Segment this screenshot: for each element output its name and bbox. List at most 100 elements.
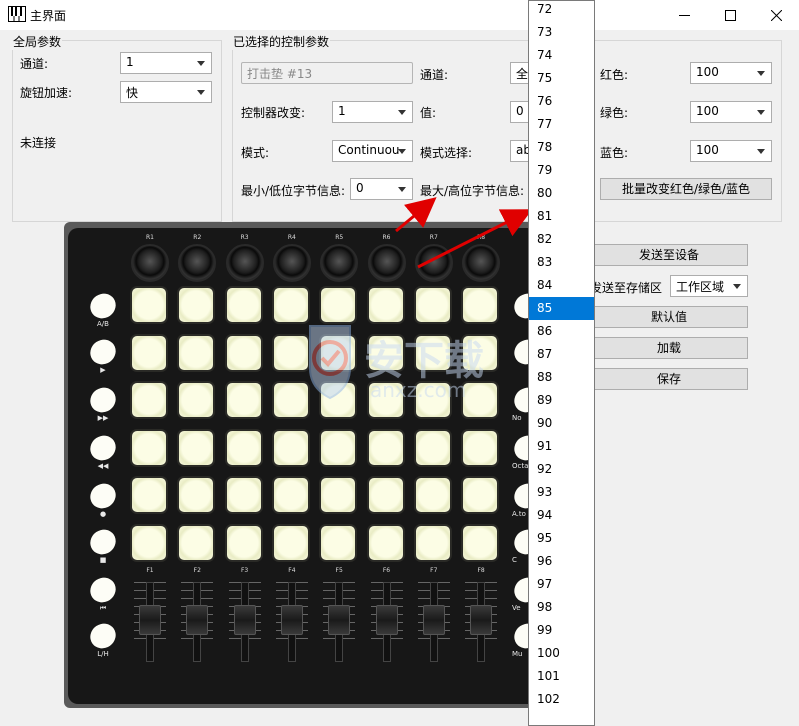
dropdown-item[interactable]: 95 — [529, 527, 594, 550]
fader-cap — [422, 605, 445, 635]
dropdown-item[interactable]: 82 — [529, 228, 594, 251]
controller-change-label: 控制器改变: — [241, 106, 306, 120]
pad-button — [319, 476, 358, 515]
fader-label: F1 — [146, 567, 154, 574]
dropdown-item[interactable]: 101 — [529, 665, 594, 688]
fader-cap — [186, 605, 209, 635]
send-to-device-button[interactable]: 发送至设备 — [590, 244, 748, 266]
dropdown-item[interactable]: 83 — [529, 251, 594, 274]
dropdown-item[interactable]: 88 — [529, 366, 594, 389]
pad-button — [366, 428, 405, 467]
dropdown-item[interactable]: 102 — [529, 688, 594, 711]
dropdown-item[interactable]: 99 — [529, 619, 594, 642]
watermark: 安下载 anxz.com — [290, 318, 510, 408]
pad-button — [366, 524, 405, 562]
pad-button — [271, 524, 310, 562]
controller-change-select[interactable]: 1 — [332, 101, 413, 123]
load-button[interactable]: 加载 — [590, 337, 748, 359]
pad-button — [461, 428, 500, 467]
mode-select-label: 模式选择: — [420, 146, 473, 160]
storage-select[interactable]: 工作区域 — [670, 275, 748, 297]
dropdown-item[interactable]: 72 — [529, 1, 594, 21]
selected-params-title: 已选择的控制参数 — [232, 33, 331, 50]
fader-cap — [328, 605, 351, 635]
pad-button — [461, 476, 500, 515]
global-channel-select[interactable]: 1 — [120, 52, 212, 74]
blue-select[interactable]: 100 — [690, 140, 772, 162]
dropdown-item[interactable]: 80 — [529, 182, 594, 205]
side-button-label: ◀◀ — [97, 462, 109, 470]
pad-button — [177, 381, 216, 420]
pad-button — [271, 428, 310, 467]
knob-label: R4 — [287, 234, 296, 241]
dropdown-item[interactable]: 75 — [529, 67, 594, 90]
knob-label: R2 — [193, 234, 202, 241]
dropdown-item[interactable]: 87 — [529, 343, 594, 366]
pad-button — [319, 428, 358, 467]
pad-button — [413, 428, 452, 467]
knob — [131, 244, 169, 282]
batch-rgb-button[interactable]: 批量改变红色/绿色/蓝色 — [600, 178, 772, 200]
pad-button — [224, 333, 263, 372]
maximize-button[interactable] — [707, 0, 753, 30]
dropdown-item[interactable]: 94 — [529, 504, 594, 527]
dropdown-item[interactable]: 84 — [529, 274, 594, 297]
green-label: 绿色: — [600, 106, 629, 120]
dropdown-item[interactable]: 76 — [529, 90, 594, 113]
pad-name-field[interactable]: 打击垫 #13 — [241, 62, 413, 84]
controller-device: R1 R2 R3 R4 R5 R6 R7 R8 A/B ▶ ▶▶ ◀◀ ● ■ ⏮ L/H No Octa A.to… — [64, 222, 534, 708]
dropdown-item[interactable]: 97 — [529, 573, 594, 596]
pad-button — [177, 428, 216, 467]
side-button-label: ■ — [99, 556, 107, 564]
side-button-label: L/H — [97, 650, 109, 658]
side-button-label: ⏮ — [99, 604, 107, 612]
blue-label: 蓝色: — [600, 146, 629, 160]
side-button-label: ● — [99, 510, 107, 518]
minimize-button[interactable] — [661, 0, 707, 30]
green-select[interactable]: 100 — [690, 101, 772, 123]
send-to-storage-label: 发送至存储区 — [590, 281, 663, 295]
knob — [367, 244, 406, 282]
min-byte-select[interactable]: 0 — [350, 178, 413, 200]
dropdown-item[interactable]: 85 — [529, 297, 594, 320]
max-byte-label: 最大/高位字节信息: — [420, 184, 525, 198]
pad-button — [413, 524, 452, 562]
dropdown-item[interactable]: 78 — [529, 136, 594, 159]
defaults-button[interactable]: 默认值 — [590, 306, 748, 328]
dropdown-item[interactable]: 98 — [529, 596, 594, 619]
global-params-title: 全局参数 — [12, 33, 63, 50]
pad-button — [461, 524, 500, 562]
fader-label: F4 — [288, 567, 296, 574]
value-dropdown-list[interactable]: 72 73 74 75 76 77 78 79 80 81 82 83 84 85 86 87 88 89 90 91… — [528, 0, 595, 726]
pad-button — [130, 524, 168, 562]
dropdown-item[interactable]: 90 — [529, 412, 594, 435]
dropdown-item[interactable]: 86 — [529, 320, 594, 343]
dropdown-item[interactable]: 100 — [529, 642, 594, 665]
side-button-label: A/B — [97, 320, 109, 328]
pad-button — [319, 524, 358, 562]
red-select[interactable]: 100 — [690, 62, 772, 84]
knob — [225, 244, 264, 282]
dropdown-item[interactable]: 74 — [529, 44, 594, 67]
fader-label: F2 — [193, 567, 201, 574]
save-button[interactable]: 保存 — [590, 368, 748, 390]
pad-button — [130, 286, 168, 324]
value-label: 值: — [420, 106, 437, 120]
dropdown-item[interactable]: 77 — [529, 113, 594, 136]
side-button-label: ▶▶ — [97, 414, 109, 422]
fader-label: F8 — [477, 567, 485, 574]
dropdown-item[interactable]: 79 — [529, 159, 594, 182]
pad-button — [224, 428, 263, 467]
dropdown-item[interactable]: 73 — [529, 21, 594, 44]
dropdown-item[interactable]: 91 — [529, 435, 594, 458]
knob-accel-select[interactable]: 快 — [120, 81, 212, 103]
watermark-subtext: anxz.com — [370, 378, 467, 402]
dropdown-item[interactable]: 96 — [529, 550, 594, 573]
dropdown-item[interactable]: 92 — [529, 458, 594, 481]
pad-button — [177, 333, 216, 372]
dropdown-item[interactable]: 81 — [529, 205, 594, 228]
dropdown-item[interactable]: 89 — [529, 389, 594, 412]
dropdown-item[interactable]: 93 — [529, 481, 594, 504]
mode-select[interactable]: Continuou — [332, 140, 413, 162]
close-button[interactable] — [753, 0, 799, 30]
